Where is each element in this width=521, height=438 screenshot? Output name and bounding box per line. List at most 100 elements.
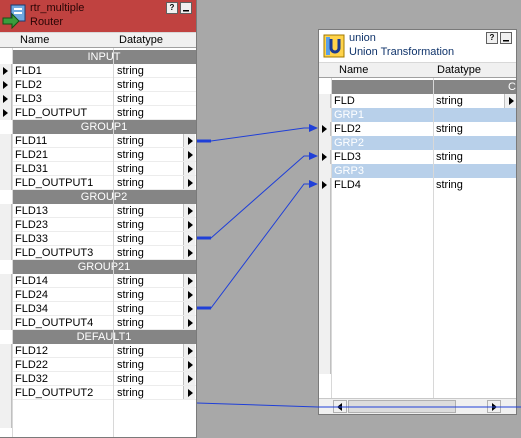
router-port-row[interactable]: FLD2 string bbox=[0, 78, 196, 92]
port-link-line[interactable] bbox=[197, 155, 316, 239]
output-port[interactable] bbox=[183, 358, 195, 372]
port-datatype: string bbox=[117, 359, 144, 371]
row-selector[interactable] bbox=[0, 246, 12, 260]
row-selector[interactable] bbox=[0, 64, 12, 78]
row-selector[interactable] bbox=[0, 344, 12, 358]
scroll-right-button[interactable] bbox=[487, 400, 501, 413]
router-icon bbox=[2, 4, 26, 29]
router-port-row[interactable]: FLD31 string bbox=[0, 162, 196, 176]
union-minimize-button[interactable] bbox=[500, 32, 512, 44]
union-horizontal-scrollbar[interactable] bbox=[319, 398, 516, 414]
port-datatype: string bbox=[117, 317, 144, 329]
output-port[interactable] bbox=[183, 148, 195, 162]
row-selector[interactable] bbox=[0, 372, 12, 386]
union-help-button[interactable]: ? bbox=[486, 32, 498, 44]
row-selector[interactable] bbox=[0, 148, 12, 162]
router-port-row[interactable]: FLD22 string bbox=[0, 358, 196, 372]
port-name: FLD21 bbox=[15, 149, 49, 161]
row-selector[interactable] bbox=[0, 288, 12, 302]
router-port-row[interactable]: FLD32 string bbox=[0, 372, 196, 386]
output-port[interactable] bbox=[183, 372, 195, 386]
router-titlebar[interactable]: rtr_multiple Router ? bbox=[0, 0, 196, 32]
router-group-header[interactable]: GROUP1 bbox=[12, 120, 196, 134]
router-port-row[interactable]: FLD_OUTPUT3 string bbox=[0, 246, 196, 260]
router-help-button[interactable]: ? bbox=[166, 2, 178, 14]
router-port-row[interactable]: FLD1 string bbox=[0, 64, 196, 78]
union-group-row[interactable]: GRP1 bbox=[331, 108, 516, 122]
row-selector[interactable] bbox=[319, 122, 331, 136]
output-port[interactable] bbox=[183, 316, 195, 330]
input-port-icon bbox=[3, 67, 8, 75]
port-link-line[interactable] bbox=[197, 183, 316, 309]
row-selector[interactable] bbox=[319, 178, 331, 192]
row-selector[interactable] bbox=[319, 150, 331, 164]
output-port[interactable] bbox=[183, 246, 195, 260]
router-port-row[interactable]: FLD3 string bbox=[0, 92, 196, 106]
union-group-row[interactable]: GRP3 bbox=[331, 164, 516, 178]
router-port-row[interactable]: FLD21 string bbox=[0, 148, 196, 162]
row-selector[interactable] bbox=[0, 358, 12, 372]
port-link-line[interactable] bbox=[197, 127, 316, 142]
router-minimize-button[interactable] bbox=[180, 2, 192, 14]
router-group-header[interactable]: GROUP21 bbox=[12, 260, 196, 274]
output-port[interactable] bbox=[183, 386, 195, 400]
union-port-row[interactable]: FLD2 string bbox=[319, 122, 516, 136]
router-port-row[interactable]: FLD23 string bbox=[0, 218, 196, 232]
scroll-thumb[interactable] bbox=[348, 400, 456, 413]
output-port-icon bbox=[188, 389, 193, 397]
router-group-header[interactable]: DEFAULT1 bbox=[12, 330, 196, 344]
router-port-row[interactable]: FLD_OUTPUT1 string bbox=[0, 176, 196, 190]
router-port-row[interactable]: FLD_OUTPUT4 string bbox=[0, 316, 196, 330]
union-group-row[interactable]: GRP2 bbox=[331, 136, 516, 150]
router-port-row[interactable]: FLD_OUTPUT2 string bbox=[0, 386, 196, 400]
output-port-icon bbox=[188, 375, 193, 383]
router-port-row[interactable]: FLD33 string bbox=[0, 232, 196, 246]
output-port[interactable] bbox=[183, 344, 195, 358]
router-port-row[interactable]: FLD12 string bbox=[0, 344, 196, 358]
row-selector[interactable] bbox=[0, 176, 12, 190]
output-port[interactable] bbox=[183, 162, 195, 176]
scroll-left-button[interactable] bbox=[333, 400, 347, 413]
row-selector[interactable] bbox=[0, 134, 12, 148]
output-port[interactable] bbox=[504, 94, 516, 108]
router-group-header[interactable]: GROUP2 bbox=[12, 190, 196, 204]
row-selector[interactable] bbox=[319, 94, 331, 108]
router-port-row[interactable]: FLD13 string bbox=[0, 204, 196, 218]
row-selector[interactable] bbox=[0, 386, 12, 400]
row-selector[interactable] bbox=[0, 204, 12, 218]
union-titlebar[interactable]: union Union Transformation ? bbox=[319, 30, 516, 63]
router-transformation[interactable]: rtr_multiple Router ? Name Datatype INPU… bbox=[0, 0, 197, 438]
router-port-row[interactable]: FLD34 string bbox=[0, 302, 196, 316]
row-selector[interactable] bbox=[0, 316, 12, 330]
output-port[interactable] bbox=[183, 302, 195, 316]
union-port-row[interactable]: FLD string bbox=[319, 94, 516, 108]
minimize-icon bbox=[503, 40, 509, 42]
router-group-header[interactable]: INPUT bbox=[12, 50, 196, 64]
router-port-row[interactable]: FLD24 string bbox=[0, 288, 196, 302]
output-port[interactable] bbox=[183, 176, 195, 190]
port-datatype: string bbox=[117, 387, 144, 399]
row-selector[interactable] bbox=[0, 302, 12, 316]
row-selector[interactable] bbox=[0, 78, 12, 92]
output-port[interactable] bbox=[183, 232, 195, 246]
router-port-row[interactable]: FLD11 string bbox=[0, 134, 196, 148]
input-port-icon bbox=[3, 95, 8, 103]
output-port[interactable] bbox=[183, 204, 195, 218]
row-selector[interactable] bbox=[0, 106, 12, 120]
union-port-row[interactable]: FLD4 string bbox=[319, 178, 516, 192]
row-selector[interactable] bbox=[0, 218, 12, 232]
output-port[interactable] bbox=[183, 134, 195, 148]
output-port[interactable] bbox=[183, 218, 195, 232]
output-port[interactable] bbox=[183, 288, 195, 302]
row-selector[interactable] bbox=[0, 232, 12, 246]
row-selector[interactable] bbox=[0, 162, 12, 176]
router-port-row[interactable]: FLD14 string bbox=[0, 274, 196, 288]
router-port-row[interactable]: FLD_OUTPUT string bbox=[0, 106, 196, 120]
union-port-row[interactable]: FLD3 string bbox=[319, 150, 516, 164]
union-empty-row bbox=[319, 248, 331, 262]
union-type: Union Transformation bbox=[349, 46, 455, 58]
row-selector[interactable] bbox=[0, 92, 12, 106]
union-transformation[interactable]: union Union Transformation ? Name Dataty… bbox=[318, 29, 517, 415]
row-selector[interactable] bbox=[0, 274, 12, 288]
output-port[interactable] bbox=[183, 274, 195, 288]
